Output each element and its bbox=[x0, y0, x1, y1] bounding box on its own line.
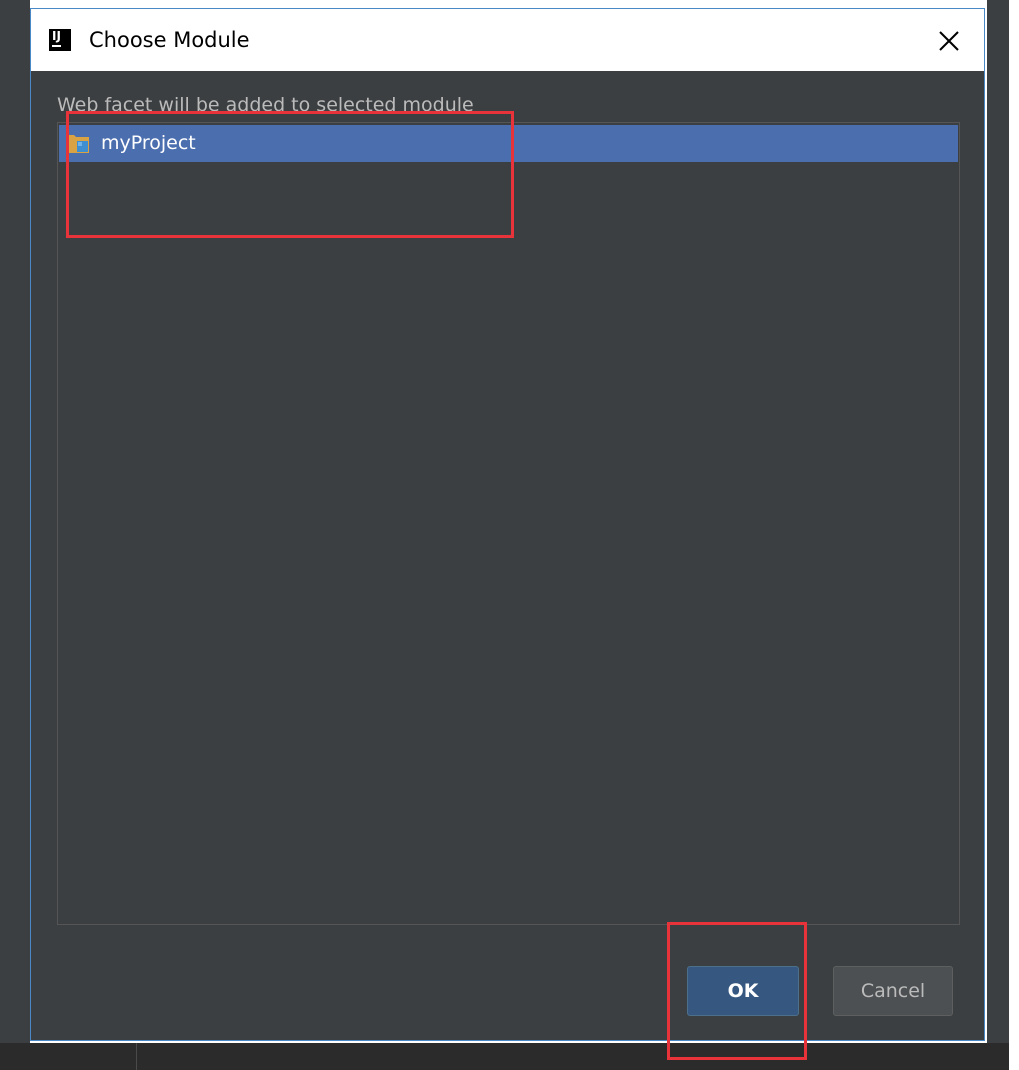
intellij-logo-icon: IJ bbox=[49, 29, 71, 51]
ide-background-left bbox=[0, 0, 30, 1070]
ide-status-area bbox=[0, 1043, 1009, 1070]
module-list[interactable]: myProject bbox=[57, 122, 960, 925]
ok-highlight-box bbox=[667, 922, 807, 1060]
logo-text: IJ bbox=[52, 29, 61, 43]
ide-divider bbox=[136, 1043, 137, 1070]
cancel-button[interactable]: Cancel bbox=[833, 966, 953, 1016]
close-icon bbox=[939, 31, 959, 51]
dialog-titlebar: IJ Choose Module bbox=[31, 9, 984, 71]
ide-background-right bbox=[987, 0, 1009, 1070]
dialog-title: Choose Module bbox=[89, 28, 250, 52]
close-button[interactable] bbox=[931, 23, 967, 59]
module-highlight-box bbox=[66, 111, 514, 238]
